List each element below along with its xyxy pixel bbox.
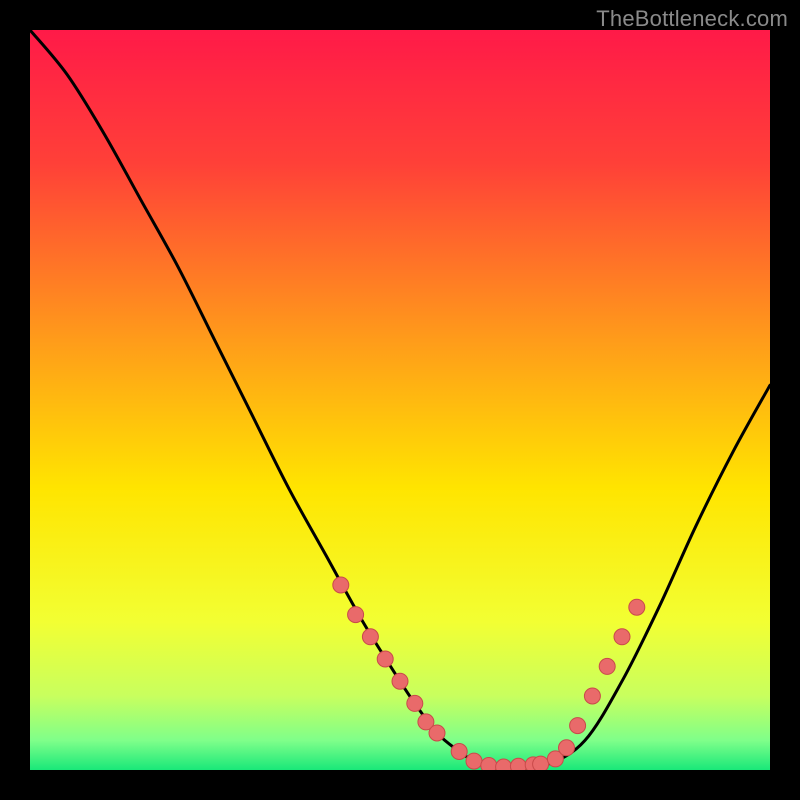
attribution-label: TheBottleneck.com [596,6,788,32]
marker-left [429,725,445,741]
marker-valley [510,758,526,770]
gradient-background [30,30,770,770]
marker-right [584,688,600,704]
marker-right [629,599,645,615]
marker-left [407,695,423,711]
marker-left [362,629,378,645]
marker-left [392,673,408,689]
marker-valley [533,756,549,770]
marker-left [333,577,349,593]
marker-left [377,651,393,667]
marker-right [570,718,586,734]
marker-valley [496,759,512,770]
marker-valley [466,753,482,769]
plot-area [30,30,770,770]
chart-frame: TheBottleneck.com [0,0,800,800]
marker-right [614,629,630,645]
marker-valley [451,744,467,760]
bottleneck-chart [30,30,770,770]
marker-left [348,607,364,623]
marker-valley [481,758,497,770]
marker-right [599,658,615,674]
marker-right [559,740,575,756]
